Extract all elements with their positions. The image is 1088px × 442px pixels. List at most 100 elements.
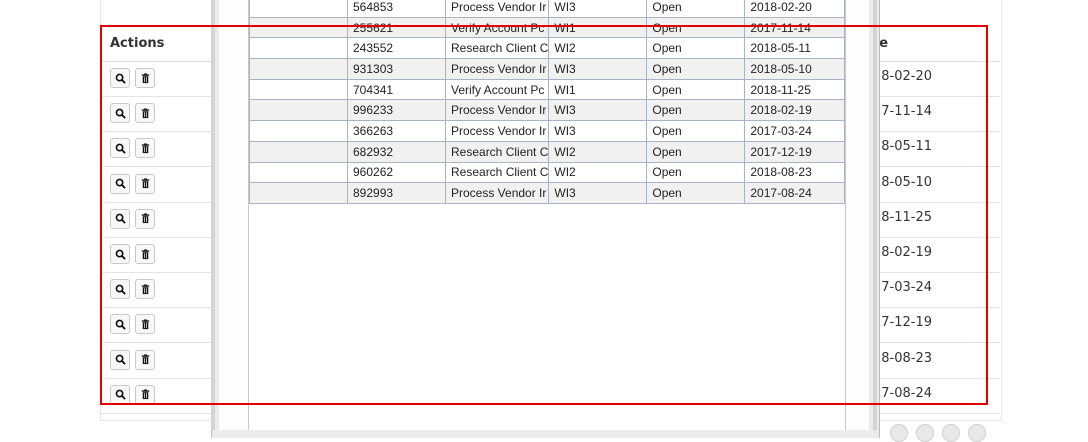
id-cell: 996233 (347, 99, 446, 122)
page-button[interactable] (968, 424, 986, 442)
date-cell: 2018-08-23 (744, 161, 846, 184)
view-button[interactable] (110, 173, 130, 194)
row-select-cell (249, 161, 348, 184)
row-date: 17-12-19 (873, 315, 933, 331)
view-button[interactable] (110, 349, 130, 370)
view-button[interactable] (110, 384, 130, 405)
page-button[interactable] (942, 424, 960, 442)
magnifier-icon (115, 284, 126, 295)
grid-row[interactable]: 243552 Research Client C WI2 Open 2018-05-11 (249, 37, 846, 60)
name-cell: Process Vendor Ir (444, 0, 550, 18)
name-cell: Research Client C (444, 161, 550, 184)
grid-row[interactable]: 704341 Verify Account Pc WI1 Open 2018-11-25 (249, 78, 846, 101)
name-cell: Process Vendor Ir (444, 99, 550, 122)
row-select-cell (249, 120, 348, 142)
delete-button[interactable] (135, 349, 155, 370)
date-cell: 2017-11-14 (744, 16, 846, 39)
date-cell: 2017-08-24 (744, 182, 846, 204)
magnifier-icon (115, 319, 126, 330)
delete-button[interactable] (135, 279, 155, 300)
date-cell: 2018-05-10 (744, 58, 846, 80)
magnifier-icon (115, 143, 126, 154)
overlay-data-grid: 564853 Process Vendor Ir WI3 Open 2018-02-20… (249, 0, 846, 204)
id-cell: 682932 (347, 140, 446, 163)
delete-button[interactable] (135, 68, 155, 88)
delete-button[interactable] (135, 103, 155, 124)
delete-button[interactable] (135, 384, 155, 405)
id-cell: 255621 (347, 16, 446, 39)
grid-row[interactable]: 255621 Verify Account Pc WI1 Open 2017-11-14 (249, 16, 846, 39)
grid-row[interactable]: 931303 Process Vendor Ir WI3 Open 2018-05-10 (249, 58, 846, 80)
trash-icon (141, 178, 149, 189)
status-cell: Open (646, 182, 746, 204)
row-actions (110, 244, 155, 264)
row-date: 18-02-20 (873, 69, 933, 84)
date-cell: 2018-11-25 (744, 78, 846, 101)
page-button[interactable] (890, 424, 908, 442)
row-actions (110, 103, 155, 124)
status-cell: Open (646, 0, 746, 18)
delete-button[interactable] (135, 208, 155, 229)
view-button[interactable] (110, 279, 130, 300)
date-cell: 2018-05-11 (744, 37, 846, 60)
row-date: 18-05-10 (873, 174, 933, 190)
page-button[interactable] (916, 424, 934, 442)
trash-icon (141, 389, 149, 400)
grid-row[interactable]: 366263 Process Vendor Ir WI3 Open 2017-03-24 (249, 120, 846, 142)
row-actions (110, 314, 155, 335)
row-select-cell (249, 99, 348, 122)
overlay-left-frame (211, 0, 215, 430)
view-button[interactable] (110, 138, 130, 159)
view-button[interactable] (110, 68, 130, 88)
type-cell: WI3 (548, 58, 648, 80)
type-cell: WI2 (548, 161, 648, 184)
row-actions (110, 349, 155, 370)
row-date: 18-02-19 (873, 245, 933, 260)
trash-icon (141, 108, 149, 118)
name-cell: Process Vendor Ir (444, 58, 550, 80)
trash-icon (141, 248, 149, 259)
grid-row[interactable]: 996233 Process Vendor Ir WI3 Open 2018-02-19 (249, 99, 846, 122)
grid-row[interactable]: 892993 Process Vendor Ir WI3 Open 2017-08-24 (249, 182, 846, 204)
date-cell: 2018-02-19 (744, 99, 846, 122)
grid-row[interactable]: 960262 Research Client C WI2 Open 2018-08-23 (249, 161, 846, 184)
row-select-cell (249, 16, 348, 39)
date-cell: 2017-12-19 (744, 140, 846, 163)
status-cell: Open (646, 58, 746, 80)
row-actions (110, 173, 155, 194)
row-select-cell (249, 58, 348, 80)
id-cell: 564853 (347, 0, 446, 18)
status-cell: Open (646, 16, 746, 39)
view-button[interactable] (110, 208, 130, 229)
trash-icon (141, 143, 149, 153)
id-cell: 704341 (347, 78, 446, 101)
name-cell: Verify Account Pc (444, 78, 550, 101)
view-button[interactable] (110, 314, 130, 335)
magnifier-icon (115, 73, 126, 84)
name-cell: Research Client C (444, 37, 550, 60)
delete-button[interactable] (135, 244, 155, 264)
view-button[interactable] (110, 103, 130, 124)
id-cell: 960262 (347, 161, 446, 184)
delete-button[interactable] (135, 138, 155, 159)
grid-row[interactable]: 682932 Research Client C WI2 Open 2017-12-19 (249, 140, 846, 163)
row-actions (110, 138, 155, 159)
type-cell: WI3 (548, 0, 648, 18)
row-actions (110, 384, 155, 405)
id-cell: 931303 (347, 58, 446, 80)
row-date: 18-08-23 (873, 350, 933, 366)
name-cell: Process Vendor Ir (444, 182, 550, 204)
magnifier-icon (115, 213, 126, 225)
view-button[interactable] (110, 244, 130, 264)
trash-icon (141, 319, 149, 329)
grid-row[interactable]: 564853 Process Vendor Ir WI3 Open 2018-02-20 (249, 0, 846, 18)
delete-button[interactable] (135, 173, 155, 194)
magnifier-icon (115, 249, 126, 260)
row-select-cell (249, 78, 348, 101)
row-actions (110, 208, 155, 229)
trash-icon (141, 284, 149, 294)
date-cell: 2018-02-20 (744, 0, 846, 18)
row-actions (110, 279, 155, 300)
delete-button[interactable] (135, 314, 155, 335)
magnifier-icon (115, 108, 126, 119)
